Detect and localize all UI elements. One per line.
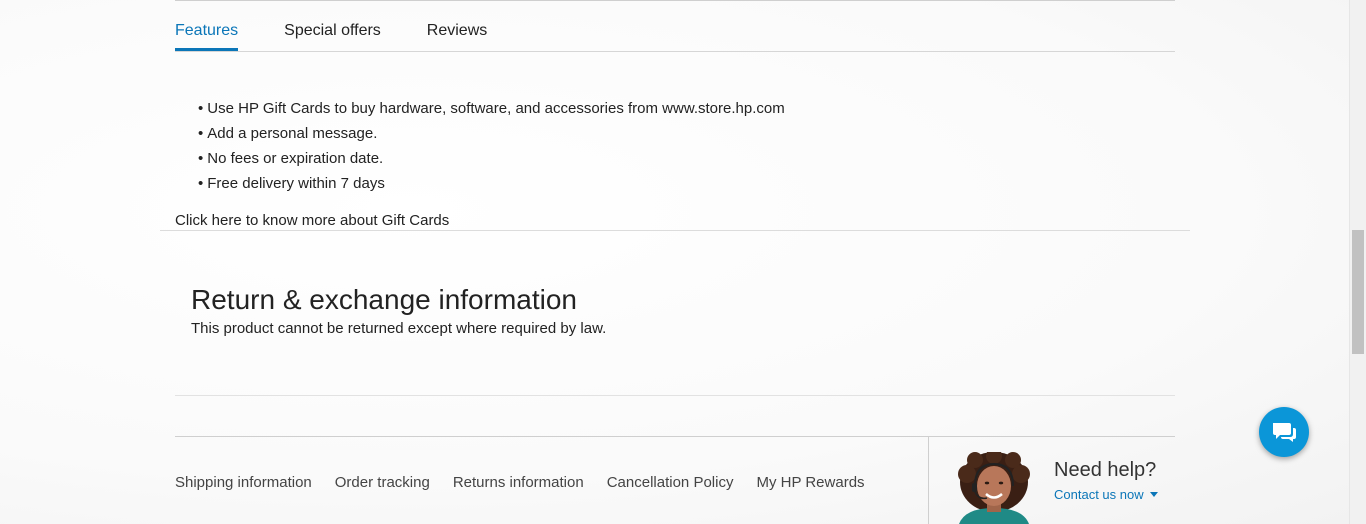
- footer-vertical-divider: [928, 437, 929, 524]
- list-item: Use HP Gift Cards to buy hardware, softw…: [198, 96, 784, 121]
- footer-divider: [175, 436, 1175, 437]
- need-help-heading: Need help?: [1054, 459, 1157, 481]
- contact-us-label: Contact us now: [1054, 487, 1144, 502]
- support-agent-avatar: [955, 452, 1033, 524]
- features-list: Use HP Gift Cards to buy hardware, softw…: [198, 96, 785, 196]
- tab-special-offers[interactable]: Special offers: [284, 14, 381, 43]
- list-item: No fees or expiration date.: [198, 146, 785, 171]
- footer-link-rewards[interactable]: My HP Rewards: [756, 474, 864, 491]
- list-item: Add a personal message.: [198, 121, 785, 146]
- gift-cards-more-link[interactable]: Click here to know more about Gift Cards: [175, 212, 449, 229]
- product-tabs: Features Special offers Reviews: [175, 14, 1175, 52]
- return-exchange-heading: Return & exchange information: [191, 284, 577, 315]
- footer-link-order-tracking[interactable]: Order tracking: [335, 474, 430, 491]
- page-scrollbar[interactable]: [1349, 0, 1366, 524]
- footer-link-shipping[interactable]: Shipping information: [175, 474, 312, 491]
- tab-reviews[interactable]: Reviews: [427, 14, 487, 43]
- list-item: Free delivery within 7 days: [198, 171, 785, 196]
- caret-down-icon: [1149, 492, 1158, 497]
- page: Features Special offers Reviews Use HP G…: [0, 0, 1366, 524]
- chat-button[interactable]: [1259, 407, 1309, 457]
- contact-us-link[interactable]: Contact us now: [1054, 487, 1158, 502]
- tab-features[interactable]: Features: [175, 14, 239, 51]
- section-divider: [175, 395, 1175, 396]
- chat-bubbles-icon: [1273, 423, 1296, 442]
- footer-links: Shipping information Order tracking Retu…: [175, 474, 888, 491]
- scrollbar-thumb[interactable]: [1352, 230, 1364, 354]
- section-divider: [160, 230, 1190, 231]
- footer-link-returns[interactable]: Returns information: [453, 474, 584, 491]
- return-policy-text: This product cannot be returned except w…: [191, 320, 607, 337]
- top-divider: [175, 0, 1175, 1]
- footer-link-cancellation[interactable]: Cancellation Policy: [607, 474, 734, 491]
